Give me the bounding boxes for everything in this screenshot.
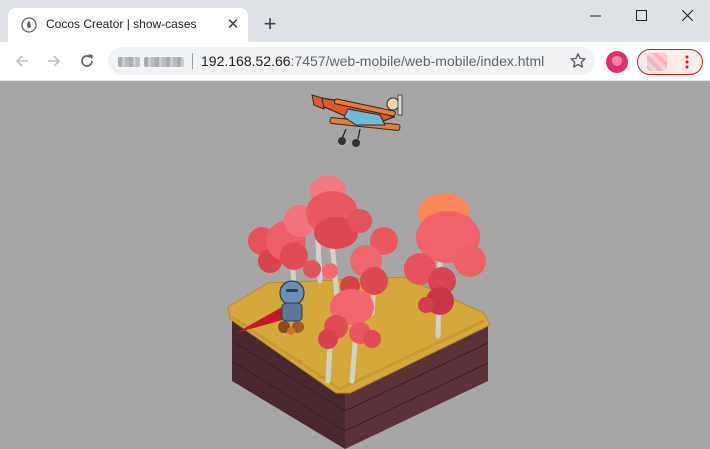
tab-close-icon[interactable]: ✕ — [224, 16, 242, 34]
tab-strip: Cocos Creator | show-cases ✕ + — [0, 0, 710, 42]
new-tab-button[interactable]: + — [258, 12, 282, 36]
browser-tab[interactable]: Cocos Creator | show-cases ✕ — [8, 8, 248, 42]
game-canvas[interactable] — [0, 81, 710, 449]
close-window-button[interactable] — [664, 0, 710, 30]
browser-toolbar: 192.168.52.66:7457/web-mobile/web-mobile… — [0, 42, 710, 81]
address-separator — [192, 53, 193, 69]
maximize-button[interactable] — [618, 0, 664, 30]
url-path: :7457/web-mobile/web-mobile/index.html — [290, 53, 545, 69]
site-info-redacted-label — [144, 57, 184, 67]
close-icon — [681, 9, 693, 21]
profile-avatar — [647, 53, 667, 71]
reload-icon — [81, 54, 93, 67]
arrow-right-icon — [48, 55, 61, 67]
bookmark-star-icon[interactable] — [569, 52, 587, 70]
extension-avatar-icon[interactable] — [606, 51, 628, 73]
maximize-icon — [635, 9, 647, 21]
forward-button[interactable] — [42, 50, 66, 72]
site-info-redacted[interactable] — [118, 57, 140, 67]
profile-button[interactable] — [637, 49, 703, 75]
tab-title: Cocos Creator | show-cases — [46, 17, 197, 31]
address-bar[interactable]: 192.168.52.66:7457/web-mobile/web-mobile… — [108, 47, 595, 75]
reload-button[interactable] — [75, 50, 99, 72]
minimize-button[interactable] — [572, 0, 618, 30]
url-host: 192.168.52.66 — [201, 53, 291, 69]
minimize-icon — [589, 15, 601, 16]
arrow-left-icon — [15, 55, 28, 67]
back-button[interactable] — [10, 50, 34, 72]
url-text[interactable]: 192.168.52.66:7457/web-mobile/web-mobile… — [201, 53, 544, 69]
cocos-favicon-icon — [21, 17, 37, 33]
more-menu-icon[interactable] — [684, 54, 690, 70]
